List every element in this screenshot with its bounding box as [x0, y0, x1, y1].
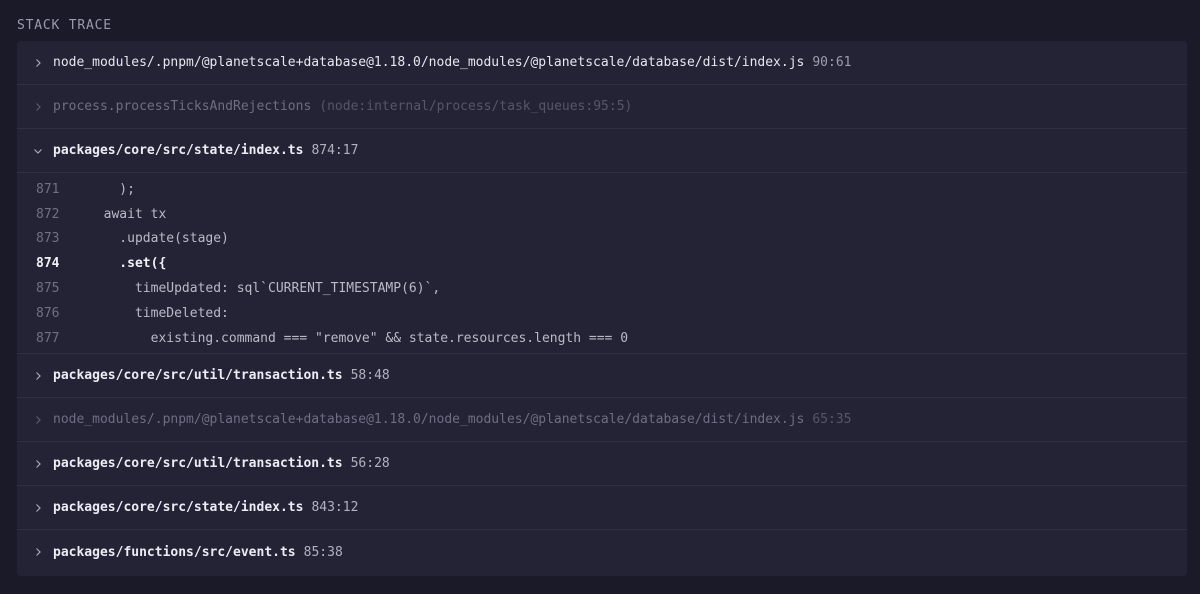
stack-trace-panel: STACK TRACE node_modules/.pnpm/@planetsc…	[0, 0, 1200, 594]
frame-location: 56:28	[350, 456, 390, 471]
frame-path: packages/core/src/util/transaction.ts	[53, 368, 343, 383]
frame-location: 843:12	[311, 500, 359, 515]
line-number: 875	[36, 281, 60, 297]
section-title: STACK TRACE	[17, 18, 112, 33]
stack-frame-2[interactable]: packages/core/src/state/index.ts 874:17	[17, 129, 1187, 173]
frame-path: packages/core/src/util/transaction.ts	[53, 456, 343, 471]
line-code: timeDeleted:	[88, 305, 229, 321]
line-code: .update(stage)	[88, 231, 229, 247]
code-snippet: 871 ); 872 await tx 873 .update(stage) 8…	[17, 173, 1187, 354]
chevron-right-icon	[33, 102, 43, 112]
code-line: 875 timeUpdated: sql`CURRENT_TIMESTAMP(6…	[17, 276, 1187, 301]
line-number: 874	[36, 256, 60, 272]
stack-frame-6[interactable]: packages/core/src/state/index.ts 843:12	[17, 486, 1187, 530]
line-code: .set({	[88, 256, 167, 272]
line-code: );	[88, 181, 135, 197]
line-number: 873	[36, 231, 60, 247]
stack-frame-5[interactable]: packages/core/src/util/transaction.ts 56…	[17, 442, 1187, 486]
chevron-right-icon	[33, 503, 43, 513]
stack-frame-1[interactable]: process.processTicksAndRejections (node:…	[17, 85, 1187, 129]
frame-path: packages/functions/src/event.ts	[53, 544, 296, 560]
code-line: 876 timeDeleted:	[17, 301, 1187, 326]
stack-frame-0[interactable]: node_modules/.pnpm/@planetscale+database…	[17, 41, 1187, 85]
line-number: 876	[36, 305, 60, 321]
code-line: 872 await tx	[17, 202, 1187, 227]
line-number: 877	[36, 330, 60, 346]
code-line-active: 874 .set({	[17, 251, 1187, 276]
stack-frames-card: node_modules/.pnpm/@planetscale+database…	[17, 41, 1187, 576]
frame-path: packages/core/src/state/index.ts	[53, 500, 304, 515]
line-number: 872	[36, 206, 60, 222]
line-number: 871	[36, 181, 60, 197]
frame-location: 65:35	[812, 412, 852, 427]
frame-location: 85:38	[303, 544, 343, 560]
line-code: timeUpdated: sql`CURRENT_TIMESTAMP(6)`,	[88, 281, 441, 297]
chevron-down-icon	[33, 146, 43, 156]
line-code: existing.command === "remove" && state.r…	[88, 330, 629, 346]
stack-frame-7[interactable]: packages/functions/src/event.ts 85:38	[17, 530, 1187, 574]
frame-path: packages/core/src/state/index.ts	[53, 143, 304, 158]
frame-location: 90:61	[812, 55, 852, 70]
code-line: 877 existing.command === "remove" && sta…	[17, 326, 1187, 351]
frame-location: (node:internal/process/task_queues:95:5)	[319, 99, 633, 114]
chevron-right-icon	[33, 58, 43, 68]
code-line: 871 );	[17, 177, 1187, 202]
chevron-right-icon	[33, 459, 43, 469]
chevron-right-icon	[33, 547, 43, 557]
frame-path: node_modules/.pnpm/@planetscale+database…	[53, 412, 805, 427]
chevron-right-icon	[33, 415, 43, 425]
frame-path: process.processTicksAndRejections	[53, 99, 312, 114]
stack-frame-3[interactable]: packages/core/src/util/transaction.ts 58…	[17, 354, 1187, 398]
code-line: 873 .update(stage)	[17, 227, 1187, 252]
frame-path: node_modules/.pnpm/@planetscale+database…	[53, 55, 805, 70]
stack-frame-4[interactable]: node_modules/.pnpm/@planetscale+database…	[17, 398, 1187, 442]
chevron-right-icon	[33, 371, 43, 381]
frame-location: 874:17	[311, 143, 359, 158]
line-code: await tx	[88, 206, 167, 222]
frame-location: 58:48	[350, 368, 390, 383]
